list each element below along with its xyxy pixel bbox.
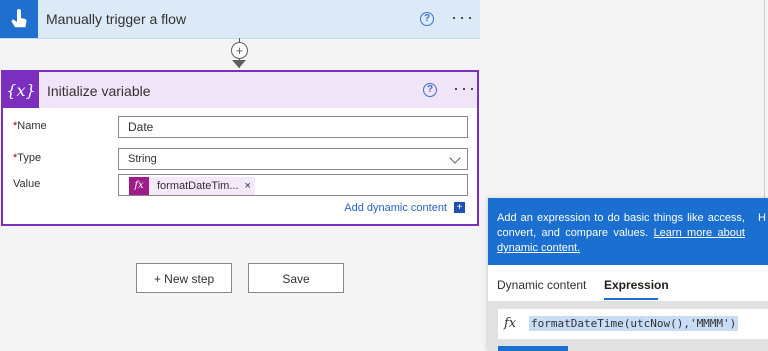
ok-button[interactable] (498, 346, 568, 351)
name-label: *Name (13, 120, 47, 132)
save-button[interactable]: Save (248, 263, 344, 293)
new-step-button[interactable]: + New step (136, 263, 232, 293)
remove-token-icon[interactable]: × (245, 176, 255, 196)
add-dynamic-content-link[interactable]: Add dynamic content (344, 202, 447, 214)
type-select[interactable]: String (118, 148, 468, 170)
initialize-variable-card[interactable]: {x} Initialize variable ? ··· *Name Date… (1, 70, 479, 226)
expression-area: fx formatDateTime(utcNow(),'MMMM') (488, 301, 768, 351)
chevron-down-icon (449, 152, 461, 164)
expression-token[interactable]: fx formatDateTim... × (129, 177, 255, 195)
card-more-icon[interactable]: ··· (453, 79, 477, 97)
fx-icon: fx (504, 316, 517, 331)
tab-dynamic-content[interactable]: Dynamic content (497, 278, 586, 292)
tab-expression[interactable]: Expression (604, 278, 669, 292)
type-select-value: String (128, 153, 157, 165)
value-input[interactable]: fx formatDateTim... × (118, 174, 468, 196)
card-header[interactable]: {x} Initialize variable ? ··· (3, 72, 477, 108)
trigger-title: Manually trigger a flow (46, 11, 187, 27)
insert-step-button[interactable]: + (231, 42, 248, 59)
trigger-help-icon[interactable]: ? (420, 12, 434, 26)
active-tab-indicator (604, 298, 658, 300)
variable-icon: {x} (3, 72, 39, 108)
info-text: Add an expression to do basic things lik… (497, 212, 745, 254)
expression-panel: Add an expression to do basic things lik… (488, 198, 768, 351)
add-dynamic-content-icon[interactable]: + (454, 202, 465, 213)
info-banner: Add an expression to do basic things lik… (488, 198, 768, 265)
card-title: Initialize variable (47, 83, 151, 99)
expression-text[interactable]: formatDateTime(utcNow(),'MMMM') (529, 316, 739, 331)
divider (764, 0, 765, 198)
type-label: *Type (13, 152, 42, 164)
name-input[interactable]: Date (118, 116, 468, 138)
arrow-down-icon (232, 60, 246, 68)
info-hint: H (758, 212, 766, 224)
trigger-card[interactable]: Manually trigger a flow ? ··· (0, 0, 480, 39)
token-label: formatDateTim... (157, 180, 239, 192)
fx-icon: fx (129, 177, 149, 195)
value-label: Value (13, 178, 41, 190)
card-help-icon[interactable]: ? (423, 83, 437, 97)
expression-input[interactable]: fx formatDateTime(utcNow(),'MMMM') (498, 309, 768, 339)
trigger-more-icon[interactable]: ··· (451, 8, 475, 26)
hand-touch-icon (0, 0, 38, 38)
